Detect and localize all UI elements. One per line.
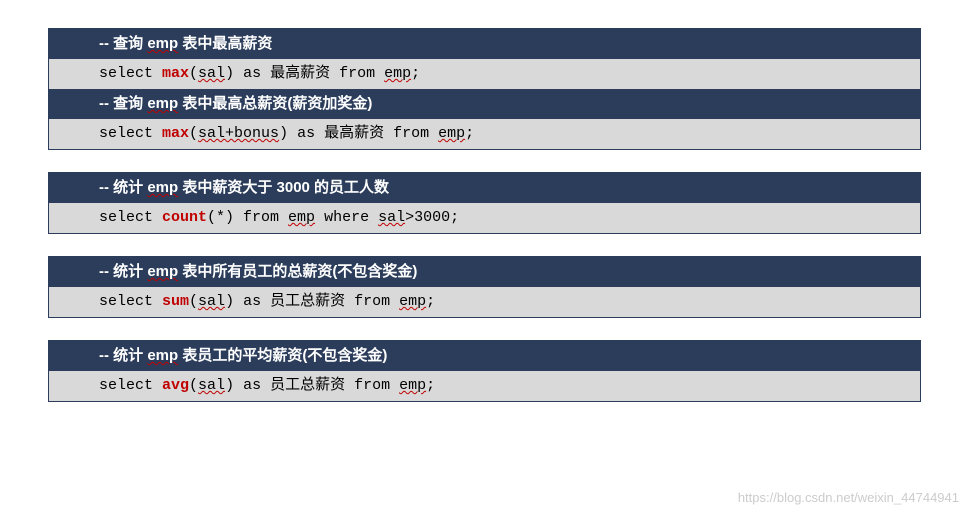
code-block: -- 统计 emp 表中所有员工的总薪资(不包含奖金)select sum(sa… [48,256,921,318]
underlined-token: emp [438,125,465,142]
underlined-token: sal [198,293,225,310]
code-text: 表中最高总薪资(薪资加奖金) [178,95,372,112]
underlined-token: emp [147,179,178,196]
code-text: select [99,125,162,142]
code-text: ( [189,293,198,310]
code-row: select avg(sal) as 员工总薪资 from emp; [49,371,920,401]
code-text: 表中所有员工的总薪资(不包含奖金) [178,263,417,280]
underlined-token: emp [399,377,426,394]
comment-row: -- 查询 emp 表中最高总薪资(薪资加奖金) [49,89,920,119]
code-text: -- 统计 [99,179,147,196]
code-text: -- 统计 [99,347,147,364]
code-text: ; [426,377,435,394]
sql-keyword: max [162,125,189,142]
underlined-token: sal [198,65,225,82]
code-text: 表员工的平均薪资(不包含奖金) [178,347,387,364]
underlined-token: emp [147,35,178,52]
underlined-token: emp [399,293,426,310]
underlined-token: emp [288,209,315,226]
code-text: ; [426,293,435,310]
code-text: select [99,377,162,394]
code-row: select max(sal+bonus) as 最高薪资 from emp; [49,119,920,149]
code-text: ( [189,377,198,394]
code-text: select [99,65,162,82]
sql-keyword: count [162,209,207,226]
underlined-token: emp [147,347,178,364]
code-text: select [99,293,162,310]
code-text: ( [189,65,198,82]
code-text: 表中薪资大于 3000 的员工人数 [178,179,389,196]
comment-row: -- 统计 emp 表中所有员工的总薪资(不包含奖金) [49,257,920,287]
comment-row: -- 统计 emp 表员工的平均薪资(不包含奖金) [49,341,920,371]
sql-keyword: avg [162,377,189,394]
code-text: >3000; [405,209,459,226]
sql-keyword: max [162,65,189,82]
code-text: ) as 最高薪资 from [225,65,384,82]
comment-row: -- 统计 emp 表中薪资大于 3000 的员工人数 [49,173,920,203]
code-text: -- 查询 [99,35,147,52]
comment-row: -- 查询 emp 表中最高薪资 [49,29,920,59]
underlined-token: sal [198,377,225,394]
code-text: ) as 员工总薪资 from [225,293,399,310]
code-text: select [99,209,162,226]
sql-keyword: sum [162,293,189,310]
code-text: where [315,209,378,226]
underlined-token: emp [147,95,178,112]
code-text: ; [411,65,420,82]
code-text: ( [189,125,198,142]
code-text: (*) from [207,209,288,226]
underlined-token: sal [378,209,405,226]
code-block: -- 查询 emp 表中最高薪资select max(sal) as 最高薪资 … [48,28,921,150]
watermark-text: https://blog.csdn.net/weixin_44744941 [738,490,959,505]
code-block: -- 统计 emp 表员工的平均薪资(不包含奖金)select avg(sal)… [48,340,921,402]
code-block: -- 统计 emp 表中薪资大于 3000 的员工人数select count(… [48,172,921,234]
underlined-token: emp [147,263,178,280]
underlined-token: emp [384,65,411,82]
underlined-token: sal+bonus [198,125,279,142]
code-text: 表中最高薪资 [178,35,272,52]
code-text: ; [465,125,474,142]
code-row: select max(sal) as 最高薪资 from emp; [49,59,920,89]
code-text: ) as 员工总薪资 from [225,377,399,394]
code-text: -- 查询 [99,95,147,112]
code-row: select sum(sal) as 员工总薪资 from emp; [49,287,920,317]
code-text: -- 统计 [99,263,147,280]
code-text: ) as 最高薪资 from [279,125,438,142]
code-row: select count(*) from emp where sal>3000; [49,203,920,233]
